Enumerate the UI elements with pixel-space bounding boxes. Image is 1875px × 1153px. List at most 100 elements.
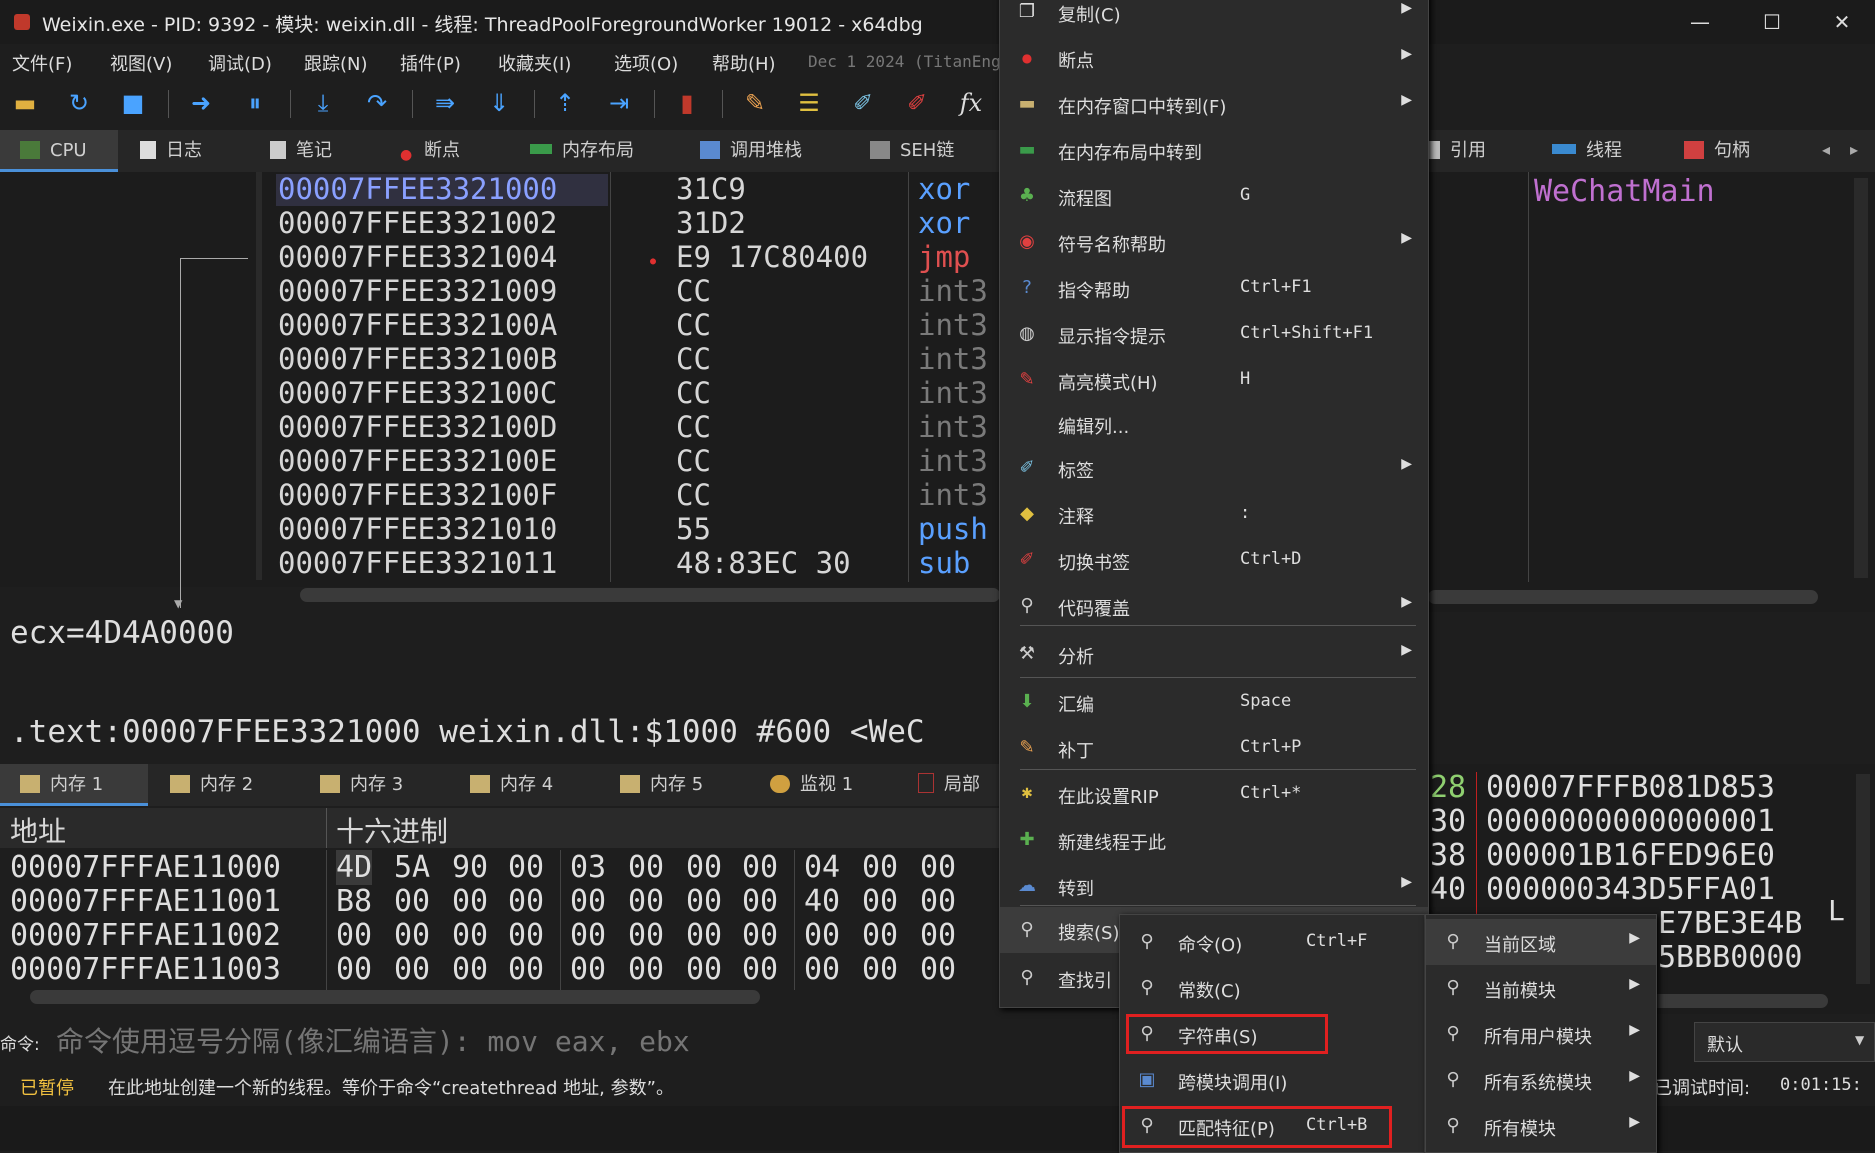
dump-byte[interactable]: 00 [686,884,722,919]
tab-dump-3[interactable]: 内存 3 [320,764,403,806]
tab-memory-map[interactable]: 内存布局 [530,130,634,172]
tab-handles[interactable]: 句柄 [1684,130,1750,172]
disasm-row[interactable]: 00007FFEE3321011 48:83EC 30 sub [278,546,970,580]
menu-item-patches[interactable]: ✎ 补丁 Ctrl+P [1000,725,1428,771]
restart-icon[interactable]: ↻ [62,86,96,120]
menu-item-show-hints[interactable]: ◍ 显示指令提示 Ctrl+Shift+F1 [1000,311,1428,357]
stack-row[interactable]: 40 000000343D5FFA01 [1428,872,1848,907]
menu-debug[interactable]: 调试(D) [208,50,272,76]
disasm-row[interactable]: 00007FFEE332100A CC int3 [278,308,988,342]
dump-byte[interactable]: 00 [628,918,664,953]
dump-byte[interactable]: 40 [804,884,840,919]
dump-byte[interactable]: 00 [920,884,956,919]
function-icon[interactable]: fx [954,86,988,120]
tab-notes[interactable]: 笔记 [270,130,332,172]
comments-icon[interactable]: ☰ [792,86,826,120]
dump-byte[interactable]: 00 [336,918,372,953]
dump-byte[interactable]: 03 [570,850,606,885]
dump-byte[interactable]: 00 [508,952,544,987]
dump-byte[interactable]: 04 [804,850,840,885]
menu-options[interactable]: 选项(O) [614,50,678,76]
tab-dump-1[interactable]: 内存 1 [0,764,148,806]
submenu-item-intermodular-calls[interactable]: ▣ 跨模块调用(I) [1120,1057,1424,1103]
stack-row[interactable]: 28 00007FFFB081D853 [1428,770,1848,805]
submenu-item-current-module[interactable]: ⚲ 当前模块 ▶ [1426,965,1656,1011]
dump-byte[interactable]: 00 [336,952,372,987]
dump-byte[interactable]: 00 [804,952,840,987]
menu-item-goto[interactable]: ☁ 转到 ▶ [1000,863,1428,909]
dump-byte[interactable]: 00 [862,918,898,953]
menu-item-highlight-mode[interactable]: ✎ 高亮模式(H) H [1000,357,1428,403]
menu-file[interactable]: 文件(F) [12,50,72,76]
menu-item-analysis[interactable]: ⚒ 分析 ▶ [1000,631,1428,677]
run-icon[interactable]: ➜ [184,86,218,120]
menu-item-symbol-help[interactable]: ◉ 符号名称帮助 ▶ [1000,219,1428,265]
run-to-user-code-icon[interactable]: ⇥ [602,86,636,120]
command-input[interactable] [54,1020,1108,1062]
vertical-scrollbar[interactable] [1854,178,1868,578]
submenu-item-all-modules[interactable]: ⚲ 所有模块 ▶ [1426,1103,1656,1149]
dump-byte[interactable]: 00 [862,952,898,987]
dump-byte[interactable]: 00 [628,884,664,919]
dump-byte[interactable]: 00 [686,850,722,885]
dump-byte[interactable]: 00 [920,952,956,987]
dump-row[interactable]: 00007FFFAE11000 4D 5A 90 00 03 00 00 00 04 00 00 [0,850,1000,885]
dump-byte[interactable]: 00 [508,850,544,885]
dump-view[interactable]: 00007FFFAE11000 4D 5A 90 00 03 00 00 00 04 00 00 000… [0,850,1000,1004]
submenu-item-constant[interactable]: ⚲ 常数(C) [1120,965,1424,1011]
execute-till-return-icon[interactable]: ⇡ [548,86,582,120]
dump-horizontal-scrollbar[interactable] [30,990,760,1004]
disasm-row[interactable]: 00007FFEE3321009 CC int3 [278,274,988,308]
dump-byte[interactable]: 00 [686,918,722,953]
menu-item-copy[interactable]: ❐ 复制(C) ▶ [1000,0,1428,35]
tab-breakpoints[interactable]: ● 断点 [400,130,460,172]
close-button[interactable]: ✕ [1815,6,1869,38]
dump-byte[interactable]: 00 [862,884,898,919]
scylla-icon[interactable]: ▮ [670,86,704,120]
trace-into-icon[interactable]: ⇛ [428,86,462,120]
menu-item-toggle-bookmark[interactable]: ✐ 切换书签 Ctrl+D [1000,537,1428,583]
dump-byte[interactable]: 00 [742,952,778,987]
bookmarks-icon[interactable]: ✐ [900,86,934,120]
disasm-row[interactable]: 00007FFEE3321000 31C9 xor [278,172,970,206]
dump-byte[interactable]: B8 [336,884,372,919]
labels-icon[interactable]: ✐ [846,86,880,120]
tab-watch-1[interactable]: 监视 1 [770,764,853,806]
stop-icon[interactable]: ■ [116,86,150,120]
stack-vertical-scrollbar[interactable] [1856,774,1870,984]
dump-byte[interactable]: 00 [920,918,956,953]
menu-item-code-coverage[interactable]: ⚲ 代码覆盖 ▶ [1000,583,1428,629]
dump-byte[interactable]: 5A [394,850,430,885]
open-icon[interactable]: ▬ [8,86,42,120]
menu-item-follow-in-dump[interactable]: ▬ 在内存窗口中转到(F) ▶ [1000,81,1428,127]
step-into-icon[interactable]: ⤓ [306,86,340,120]
tab-dump-4[interactable]: 内存 4 [470,764,553,806]
disasm-row[interactable]: 00007FFEE332100C CC int3 [278,376,988,410]
disasm-row[interactable]: 00007FFEE3321002 31D2 xor [278,206,970,240]
dump-byte[interactable]: 00 [394,884,430,919]
tab-call-stack[interactable]: 调用堆栈 [700,130,802,172]
menu-trace[interactable]: 跟踪(N) [304,50,368,76]
disasm-row[interactable]: 00007FFEE3321010 55 push [278,512,988,546]
tab-threads[interactable]: 线程 [1552,130,1622,172]
dump-byte[interactable]: 00 [686,952,722,987]
dump-byte[interactable]: 00 [452,884,488,919]
submenu-item-current-region[interactable]: ⚲ 当前区域 ▶ [1426,919,1656,965]
pause-icon[interactable]: ⏸ [238,86,272,120]
dump-row[interactable]: 00007FFFAE11001 B8 00 00 00 00 00 00 00 40 00 00 [0,884,1000,919]
menu-item-edit-columns[interactable]: 编辑列... [1000,401,1428,447]
menu-item-follow-in-memory-map[interactable]: ▬ 在内存布局中转到 [1000,127,1428,173]
step-over-icon[interactable]: ↷ [360,86,394,120]
menu-item-assemble[interactable]: ⬇ 汇编 Space [1000,679,1428,725]
disasm-horizontal-scrollbar[interactable] [300,588,1000,602]
tab-seh-chain[interactable]: SEH链 [870,130,954,172]
dump-byte[interactable]: 00 [570,884,606,919]
menu-item-instruction-help[interactable]: ? 指令帮助 Ctrl+F1 [1000,265,1428,311]
dump-byte[interactable]: 00 [508,918,544,953]
dump-byte[interactable]: 00 [570,952,606,987]
stack-row[interactable]: 30 0000000000000001 [1428,804,1848,839]
tab-dump-5[interactable]: 内存 5 [620,764,703,806]
tab-references[interactable]: 引用 [1428,130,1486,172]
menu-item-set-rip[interactable]: ✱ 在此设置RIP Ctrl+* [1000,771,1428,817]
dump-byte[interactable]: 00 [742,884,778,919]
